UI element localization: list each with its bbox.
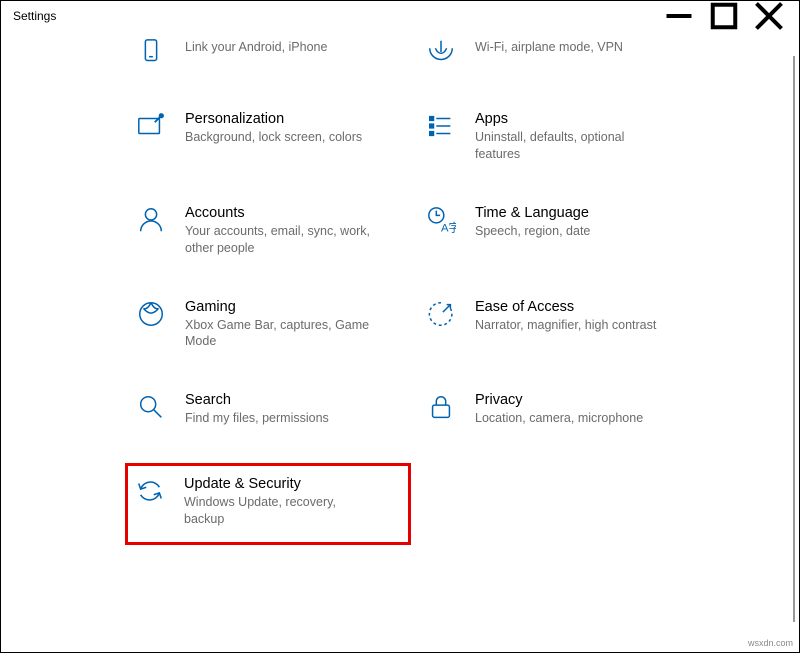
tile-desc: Xbox Game Bar, captures, Game Mode [185,317,375,351]
close-button[interactable] [746,1,791,31]
window-title: Settings [9,9,56,23]
tile-title: Personalization [185,111,407,127]
tile-desc: Speech, region, date [475,223,665,240]
privacy-icon [425,392,457,424]
update-security-icon [134,476,166,508]
tile-apps[interactable]: Apps Uninstall, defaults, optional featu… [421,105,701,169]
tile-title: Ease of Access [475,299,697,315]
tile-title: Update & Security [184,476,402,492]
tile-desc: Uninstall, defaults, optional features [475,129,665,163]
personalization-icon [135,111,167,143]
titlebar: Settings [1,1,799,31]
tile-personalization[interactable]: Personalization Background, lock screen,… [131,105,411,169]
tile-title: Search [185,392,407,408]
globe-icon [425,37,457,69]
tile-title: Gaming [185,299,407,315]
tile-time-language[interactable]: A字 Time & Language Speech, region, date [421,199,701,263]
tile-title: Time & Language [475,205,697,221]
tile-ease-of-access[interactable]: Ease of Access Narrator, magnifier, high… [421,293,701,357]
tile-title: Apps [475,111,697,127]
tile-desc: Your accounts, email, sync, work, other … [185,223,375,257]
tile-title: Accounts [185,205,407,221]
minimize-button[interactable] [656,1,701,31]
tile-desc: Background, lock screen, colors [185,129,375,146]
tile-desc: Wi-Fi, airplane mode, VPN [475,39,665,56]
watermark: wsxdn.com [748,638,793,648]
scrollbar[interactable] [793,56,795,622]
accounts-icon [135,205,167,237]
tile-privacy[interactable]: Privacy Location, camera, microphone [421,386,701,433]
settings-content: Link your Android, iPhone Wi-Fi, airplan… [1,31,799,652]
tile-network[interactable]: Wi-Fi, airplane mode, VPN [421,31,701,75]
search-icon [135,392,167,424]
tile-gaming[interactable]: Gaming Xbox Game Bar, captures, Game Mod… [131,293,411,357]
tile-phone[interactable]: Link your Android, iPhone [131,31,411,75]
tile-title: Privacy [475,392,697,408]
tile-desc: Location, camera, microphone [475,410,665,427]
ease-of-access-icon [425,299,457,331]
tile-accounts[interactable]: Accounts Your accounts, email, sync, wor… [131,199,411,263]
time-language-icon: A字 [425,205,457,237]
apps-icon [425,111,457,143]
tile-desc: Link your Android, iPhone [185,39,375,56]
gaming-icon [135,299,167,331]
maximize-button[interactable] [701,1,746,31]
tile-search[interactable]: Search Find my files, permissions [131,386,411,433]
tile-update-security[interactable]: Update & Security Windows Update, recove… [125,463,411,545]
tile-desc: Narrator, magnifier, high contrast [475,317,665,334]
tile-desc: Find my files, permissions [185,410,375,427]
tile-desc: Windows Update, recovery, backup [184,494,374,528]
svg-text:A字: A字 [441,220,456,234]
phone-icon [135,37,167,69]
